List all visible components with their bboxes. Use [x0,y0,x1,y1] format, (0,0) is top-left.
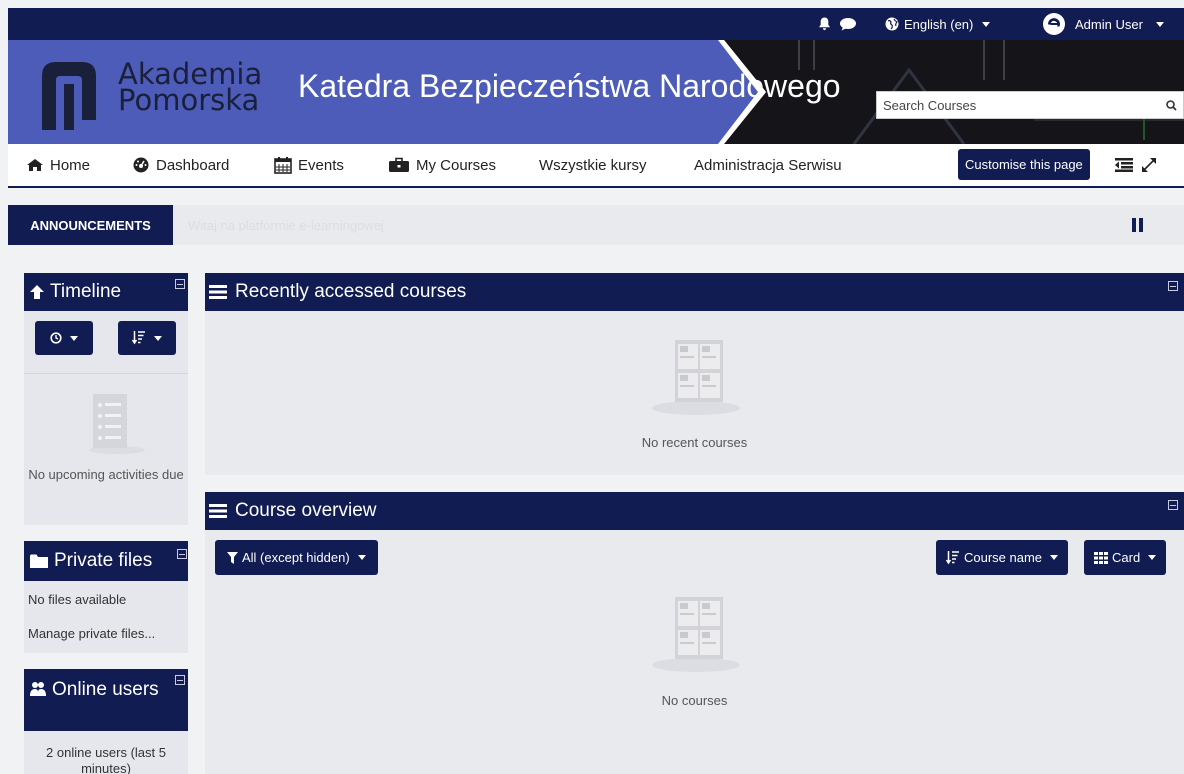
language-label: English (en) [904,16,974,32]
user-name: Admin User [1075,16,1143,32]
announcements-bar: ANNOUNCEMENTS Witaj na platformie e-lear… [8,205,1184,245]
no-recent-courses-text: No recent courses [641,435,748,450]
chevron-down-icon [154,335,162,341]
chevron-down-icon [982,21,991,27]
announcement-ticker-text[interactable]: Witaj na platformie e-learningowej [188,205,384,245]
recent-courses-block: Recently accessed courses No recent cour… [205,273,1184,475]
collapse-icon[interactable] [1168,281,1178,291]
chevron-down-icon [1155,21,1164,27]
course-filter-dropdown[interactable]: All (except hidden) [215,540,378,575]
globe-icon [885,17,899,31]
search-input[interactable] [877,97,1159,113]
divider [24,373,188,374]
bars-icon [209,285,227,299]
arrow-up-icon [30,285,44,299]
nav-label: Events [298,156,344,174]
chevron-down-icon [1148,555,1157,560]
timeline-block: Timeline No upcoming activities due [24,273,188,525]
nav-item-site-administration[interactable]: Administracja Serwisu [694,144,842,186]
folder-icon [30,554,48,568]
private-files-header: Private files [24,541,188,581]
grid-icon [1094,551,1108,564]
timeline-sort-button[interactable] [118,321,176,355]
collapse-icon[interactable] [177,549,187,559]
home-icon [27,159,43,171]
customise-page-button[interactable]: Customise this page [958,149,1090,180]
manage-private-files-link[interactable]: Manage private files... [28,626,155,641]
briefcase-icon [389,157,409,172]
no-courses-icon [652,597,740,672]
nav-item-home[interactable]: Home [26,144,90,186]
nav-label: Dashboard [156,156,230,174]
nav-label: Wszystkie kursy [539,156,647,174]
language-menu[interactable]: English (en) [885,8,991,40]
nav-item-my-courses[interactable]: My Courses [388,144,496,186]
sort-icon [132,331,145,345]
dashboard-icon [133,157,149,173]
timeline-title: Timeline [50,281,122,302]
brand-line-2: Pomorska [118,83,260,117]
filter-icon [227,551,238,564]
chevron-down-icon [1050,555,1059,560]
no-files-text: No files available [28,592,127,607]
bars-icon [209,504,227,518]
nav-item-dashboard[interactable]: Dashboard [132,144,229,186]
recent-courses-title: Recently accessed courses [235,281,467,302]
view-label: Card [1112,550,1141,565]
akademia-logo [42,62,96,130]
private-files-title: Private files [54,550,153,571]
collapse-icon[interactable] [1168,500,1178,510]
clock-icon [50,332,62,344]
announcements-label: ANNOUNCEMENTS [8,205,173,245]
online-users-title: Online users [52,679,159,700]
pause-icon[interactable] [1132,218,1146,232]
chevron-down-icon [70,335,78,341]
site-title: Katedra Bezpieczeństwa Narodowego [298,68,841,104]
message-icon[interactable] [839,8,857,40]
no-courses-text: No courses [661,693,728,708]
nav-item-events[interactable]: Events [274,144,344,186]
fullscreen-expand-icon[interactable] [1141,144,1157,186]
timeline-date-filter-button[interactable] [35,321,93,355]
sort-label: Course name [964,550,1043,565]
course-sort-dropdown[interactable]: Course name [936,540,1069,575]
no-activities-icon [89,394,145,454]
course-overview-block: Course overview All (except hidden) Cour… [205,492,1184,774]
private-files-block: Private files No files available Manage … [24,541,188,653]
course-overview-title: Course overview [235,500,377,521]
avatar [1043,13,1065,35]
nav-label: Home [50,156,91,174]
calendar-icon [274,157,292,174]
online-users-header: Online users [24,669,188,731]
recent-courses-header: Recently accessed courses [205,273,1184,311]
collapse-icon[interactable] [175,279,185,289]
search-icon[interactable] [1159,92,1183,118]
timeline-empty-text: No upcoming activities due [28,467,184,482]
collapse-icon[interactable] [175,675,185,685]
search-box [876,91,1184,119]
filter-label: All (except hidden) [242,550,350,565]
main-navigation: Home Dashboard Events My Courses Wszystk… [8,144,1184,188]
block-drawer-toggle-icon[interactable] [1115,144,1133,186]
brand-name: Akademia Pomorska [118,60,262,117]
course-overview-header: Course overview [205,492,1184,530]
chevron-down-icon [357,555,366,560]
sort-icon [946,550,959,564]
no-recent-courses-icon [652,340,740,415]
user-menu[interactable]: Admin User [1042,8,1164,40]
course-view-dropdown[interactable]: Card [1084,540,1167,575]
nav-label: My Courses [416,156,497,174]
timeline-header: Timeline [24,273,188,311]
bell-icon[interactable] [818,8,831,40]
online-users-summary: 2 online users (last 5 minutes) [46,745,166,774]
users-icon [30,682,46,696]
top-bar: English (en) Admin User [8,8,1184,40]
nav-item-all-courses[interactable]: Wszystkie kursy [539,144,647,186]
header-banner: Akademia Pomorska Katedra Bezpieczeństwa… [8,40,1184,144]
online-users-block: Online users 2 online users (last 5 minu… [24,669,188,774]
nav-label: Administracja Serwisu [694,156,842,174]
